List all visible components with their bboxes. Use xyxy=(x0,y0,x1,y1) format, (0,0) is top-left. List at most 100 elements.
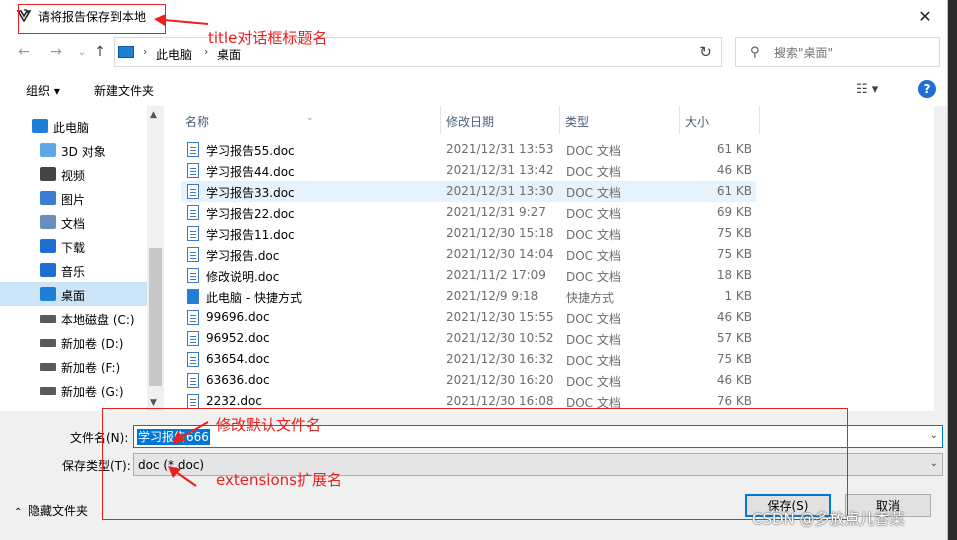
scroll-up-icon[interactable]: ▲ xyxy=(150,110,157,120)
file-row[interactable]: 学习报告.doc 2021/12/30 14:04 DOC 文档 75 KB xyxy=(181,244,756,265)
sidebar-item-label: 图片 xyxy=(61,193,86,207)
navigation-pane: ▲ ▼ 此电脑 3D 对象 视频图片文档 下载音乐桌面 本地磁盘 (C:) 新加卷 (D:… xyxy=(0,106,164,411)
file-row[interactable]: 学习报告44.doc 2021/12/31 13:42 DOC 文档 46 KB xyxy=(181,160,756,181)
file-row[interactable]: 学习报告33.doc 2021/12/31 13:30 DOC 文档 61 KB xyxy=(181,181,756,202)
file-name: 此电脑 - 快捷方式 xyxy=(206,291,302,305)
file-name: 学习报告33.doc xyxy=(206,186,295,200)
recent-locations-button[interactable]: ⌄ xyxy=(72,42,92,62)
file-list-scrollbar[interactable] xyxy=(934,106,947,411)
navigation-bar: ← → ⌄ ↑ › 此电脑 › 桌面 ⌄ ↻ ⚲ xyxy=(0,32,947,72)
file-size: 46 KB xyxy=(716,373,752,387)
sidebar-item-label: 新加卷 (F:) xyxy=(61,361,121,375)
breadcrumb-desktop[interactable]: 桌面 xyxy=(217,46,241,63)
sidebar-item[interactable]: 文档 xyxy=(0,210,147,234)
search-input[interactable] xyxy=(774,44,934,62)
background-window-strip xyxy=(948,0,957,540)
sidebar-item-label: 新加卷 (D:) xyxy=(61,337,124,351)
file-row[interactable]: 修改说明.doc 2021/11/2 17:09 DOC 文档 18 KB xyxy=(181,265,756,286)
hide-folders-label: 隐藏文件夹 xyxy=(28,504,89,518)
file-name: 学习报告.doc xyxy=(206,249,280,263)
file-size: 61 KB xyxy=(716,184,752,198)
chevron-down-icon: ⌄ xyxy=(77,46,87,58)
doc-file-icon xyxy=(187,247,199,262)
doc-file-icon xyxy=(187,331,199,346)
file-row[interactable]: 63654.doc 2021/12/30 16:32 DOC 文档 75 KB xyxy=(181,349,756,370)
sidebar-item[interactable]: 下载 xyxy=(0,234,147,258)
chevron-down-icon[interactable]: ⌄ xyxy=(930,458,938,469)
file-date: 2021/11/2 17:09 xyxy=(446,268,546,282)
command-toolbar: 组织 ▾ 新建文件夹 ☷ ▾ ? xyxy=(0,72,947,106)
column-divider[interactable] xyxy=(440,106,441,134)
column-header-date[interactable]: 修改日期 xyxy=(446,113,494,130)
close-button[interactable]: ✕ xyxy=(902,0,947,32)
file-size: 1 KB xyxy=(724,289,752,303)
file-type: DOC 文档 xyxy=(566,228,621,242)
drive-icon xyxy=(40,339,56,347)
file-size: 46 KB xyxy=(716,310,752,324)
file-size: 76 KB xyxy=(716,394,752,408)
sidebar-item[interactable]: 新加卷 (F:) xyxy=(0,354,147,378)
file-row[interactable]: 学习报告22.doc 2021/12/31 9:27 DOC 文档 69 KB xyxy=(181,202,756,223)
file-date: 2021/12/30 15:55 xyxy=(446,310,554,324)
cube-3d-icon xyxy=(40,143,56,157)
view-options-icon[interactable]: ☷ ▾ xyxy=(856,82,878,97)
file-row[interactable]: 96952.doc 2021/12/30 10:52 DOC 文档 57 KB xyxy=(181,328,756,349)
up-button[interactable]: ↑ xyxy=(90,42,110,62)
file-size: 75 KB xyxy=(716,352,752,366)
hide-folders-toggle[interactable]: ⌃ 隐藏文件夹 xyxy=(14,502,88,519)
sidebar-item-label: 新加卷 (G:) xyxy=(61,385,124,399)
refresh-icon: ↻ xyxy=(699,43,712,61)
file-name: 99696.doc xyxy=(206,310,270,324)
file-type: DOC 文档 xyxy=(566,165,621,179)
drive-icon xyxy=(40,363,56,371)
column-divider[interactable] xyxy=(759,106,760,134)
file-type: DOC 文档 xyxy=(566,375,621,389)
refresh-button[interactable]: ↻ xyxy=(690,37,722,67)
file-name: 学习报告44.doc xyxy=(206,165,295,179)
back-button[interactable]: ← xyxy=(14,42,34,62)
column-header-name[interactable]: 名称 xyxy=(185,113,209,130)
sidebar-item[interactable]: 新加卷 (G:) xyxy=(0,378,147,402)
sidebar-item[interactable]: 3D 对象 xyxy=(0,138,147,162)
file-name: 学习报告11.doc xyxy=(206,228,295,242)
file-row[interactable]: 学习报告55.doc 2021/12/31 13:53 DOC 文档 61 KB xyxy=(181,139,756,160)
breadcrumb-this-pc[interactable]: 此电脑 xyxy=(156,46,192,63)
sidebar-item-label: 音乐 xyxy=(61,265,86,279)
sidebar-item[interactable]: 此电脑 xyxy=(0,114,147,138)
title-annotation-text: title对话框标题名 xyxy=(208,29,328,47)
filename-annotation-text: 修改默认文件名 xyxy=(216,416,322,434)
sidebar-item[interactable]: 图片 xyxy=(0,186,147,210)
file-date: 2021/12/30 10:52 xyxy=(446,331,554,345)
file-size: 46 KB xyxy=(716,163,752,177)
file-size: 18 KB xyxy=(716,268,752,282)
file-row[interactable]: 63636.doc 2021/12/30 16:20 DOC 文档 46 KB xyxy=(181,370,756,391)
chevron-up-icon: ⌃ xyxy=(14,507,23,518)
organize-menu[interactable]: 组织 ▾ xyxy=(26,82,60,99)
scrollbar-thumb[interactable] xyxy=(149,248,162,386)
address-bar[interactable]: › 此电脑 › 桌面 ⌄ xyxy=(114,37,782,67)
file-row[interactable]: 学习报告11.doc 2021/12/30 15:18 DOC 文档 75 KB xyxy=(181,223,756,244)
file-type: DOC 文档 xyxy=(566,249,621,263)
column-divider[interactable] xyxy=(679,106,680,134)
column-header-size[interactable]: 大小 xyxy=(685,113,709,130)
file-row[interactable]: 99696.doc 2021/12/30 15:55 DOC 文档 46 KB xyxy=(181,307,756,328)
navigation-scrollbar[interactable]: ▲ ▼ xyxy=(147,106,164,411)
picture-icon xyxy=(40,191,56,205)
file-date: 2021/12/31 13:30 xyxy=(446,184,554,198)
sidebar-item[interactable]: 新加卷 (D:) xyxy=(0,330,147,354)
sidebar-item[interactable]: 音乐 xyxy=(0,258,147,282)
forward-button[interactable]: → xyxy=(46,42,66,62)
new-folder-button[interactable]: 新建文件夹 xyxy=(94,82,154,99)
sidebar-item[interactable]: 视频 xyxy=(0,162,147,186)
computer-icon xyxy=(32,119,48,133)
file-row[interactable]: 此电脑 - 快捷方式 2021/12/9 9:18 快捷方式 1 KB xyxy=(181,286,756,307)
help-icon[interactable]: ? xyxy=(918,80,936,98)
chevron-down-icon[interactable]: ⌄ xyxy=(930,430,938,441)
sidebar-item[interactable]: 本地磁盘 (C:) xyxy=(0,306,147,330)
column-header-type[interactable]: 类型 xyxy=(565,113,589,130)
file-name: 63636.doc xyxy=(206,373,270,387)
sidebar-item[interactable]: 桌面 xyxy=(0,282,147,306)
file-name: 96952.doc xyxy=(206,331,270,345)
column-divider[interactable] xyxy=(559,106,560,134)
scroll-down-icon[interactable]: ▼ xyxy=(150,398,157,408)
